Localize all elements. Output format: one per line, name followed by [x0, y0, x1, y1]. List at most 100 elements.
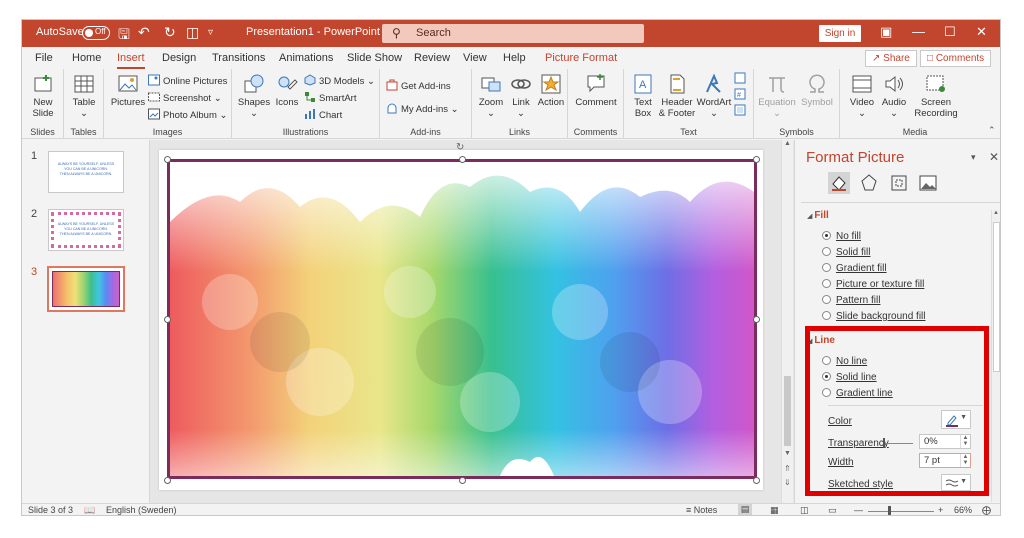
- slide-thumbnail-3[interactable]: [47, 266, 125, 312]
- line-option-no-line[interactable]: No line: [822, 356, 867, 367]
- customize-qat-icon[interactable]: ▿: [208, 27, 213, 38]
- present-icon[interactable]: ◫: [186, 24, 199, 41]
- video-button[interactable]: Video ⌄: [846, 73, 878, 119]
- smartart-button[interactable]: SmartArt: [304, 91, 356, 104]
- zoom-slider-thumb[interactable]: [888, 506, 891, 515]
- photo-album-button[interactable]: Photo Album ⌄: [148, 108, 227, 121]
- effects-icon[interactable]: [858, 172, 880, 194]
- pictures-button[interactable]: Pictures: [108, 73, 148, 108]
- share-button[interactable]: ↗ Share: [865, 50, 917, 67]
- slideshow-view-icon[interactable]: ▭: [828, 505, 837, 515]
- fill-option-slide-background[interactable]: Slide background fill: [822, 311, 926, 322]
- editor-vertical-scrollbar[interactable]: ▲ ▼ ⇑ ⇓: [781, 140, 793, 503]
- tab-insert[interactable]: Insert: [117, 52, 145, 69]
- equation-button[interactable]: Equation ⌄: [758, 73, 796, 119]
- pane-options-icon[interactable]: ▾: [971, 152, 976, 163]
- picture-icon[interactable]: [917, 172, 939, 194]
- slide-thumbnail-2[interactable]: ALWAYS BE YOURSELF, UNLESS YOU CAN BE A …: [48, 209, 124, 251]
- screenshot-button[interactable]: Screenshot ⌄: [148, 91, 222, 104]
- slide-canvas[interactable]: ↻: [159, 142, 763, 490]
- resize-handle-bottom-left[interactable]: [164, 477, 171, 484]
- accessibility-icon[interactable]: 📖: [84, 505, 95, 515]
- fill-option-pattern[interactable]: Pattern fill: [822, 295, 880, 306]
- fill-option-solid[interactable]: Solid fill: [822, 247, 870, 258]
- audio-button[interactable]: Audio ⌄: [878, 73, 910, 119]
- my-addins-button[interactable]: My Add-ins ⌄: [386, 102, 459, 115]
- fill-option-picture-texture[interactable]: Picture or texture fill: [822, 279, 924, 290]
- tab-review[interactable]: Review: [414, 52, 450, 64]
- tab-slide-show[interactable]: Slide Show: [347, 52, 402, 64]
- spinner-icon[interactable]: ▲ ▼: [960, 435, 970, 448]
- tab-transitions[interactable]: Transitions: [212, 52, 265, 64]
- comments-button[interactable]: □ Comments: [920, 50, 992, 67]
- scroll-thumb[interactable]: [784, 376, 791, 446]
- transparency-slider-thumb[interactable]: [883, 438, 885, 448]
- text-box-button[interactable]: A Text Box: [628, 73, 658, 119]
- rotate-handle-icon[interactable]: ↻: [456, 142, 464, 153]
- line-color-picker[interactable]: ▼: [941, 410, 971, 429]
- resize-handle-top[interactable]: [459, 156, 466, 163]
- action-button[interactable]: Action: [536, 73, 566, 108]
- redo-icon[interactable]: ↻: [164, 24, 176, 41]
- object-icon[interactable]: [734, 104, 749, 117]
- line-section-header[interactable]: ◢ Line: [807, 335, 835, 346]
- size-properties-icon[interactable]: [888, 172, 910, 194]
- table-button[interactable]: Table ⌄: [68, 73, 100, 119]
- autosave-toggle[interactable]: Off: [82, 26, 110, 40]
- transparency-input[interactable]: 0% ▲ ▼: [919, 434, 971, 449]
- tab-view[interactable]: View: [463, 52, 487, 64]
- pane-scrollbar[interactable]: ▲: [991, 210, 1000, 502]
- scroll-up-icon[interactable]: ▲: [784, 140, 791, 147]
- sign-in-button[interactable]: Sign in: [819, 25, 861, 42]
- resize-handle-bottom-right[interactable]: [753, 477, 760, 484]
- screen-recording-button[interactable]: Screen Recording: [912, 73, 960, 119]
- fit-to-window-icon[interactable]: ⨁: [982, 505, 991, 515]
- sketched-style-dropdown[interactable]: ▼: [941, 474, 971, 491]
- resize-handle-left[interactable]: [164, 316, 171, 323]
- search-box[interactable]: ⚲ Search: [382, 24, 644, 43]
- resize-handle-top-right[interactable]: [753, 156, 760, 163]
- transparency-slider-track[interactable]: [883, 443, 913, 444]
- undo-icon[interactable]: ↶: [138, 24, 150, 41]
- zoom-in-icon[interactable]: +: [938, 505, 943, 515]
- zoom-slider-track[interactable]: [868, 511, 934, 512]
- spinner-icon[interactable]: ▲ ▼: [960, 454, 970, 467]
- line-option-solid[interactable]: Solid line: [822, 372, 877, 383]
- tab-file[interactable]: File: [35, 52, 53, 64]
- icons-button[interactable]: Icons: [272, 73, 302, 108]
- chart-button[interactable]: Chart: [304, 108, 342, 121]
- comment-button[interactable]: Comment: [574, 73, 618, 108]
- resize-handle-right[interactable]: [753, 316, 760, 323]
- tab-picture-format[interactable]: Picture Format: [545, 52, 617, 64]
- symbol-button[interactable]: Symbol: [798, 73, 836, 108]
- header-footer-button[interactable]: Header & Footer: [658, 73, 696, 119]
- tab-animations[interactable]: Animations: [279, 52, 333, 64]
- width-input[interactable]: 7 pt ▲ ▼: [919, 453, 971, 468]
- new-slide-button[interactable]: New Slide: [28, 73, 58, 119]
- tab-help[interactable]: Help: [503, 52, 526, 64]
- ribbon-display-icon[interactable]: ▣: [880, 24, 892, 40]
- close-icon[interactable]: ✕: [976, 24, 987, 40]
- resize-handle-top-left[interactable]: [164, 156, 171, 163]
- slide-sorter-icon[interactable]: ▦: [770, 505, 779, 515]
- fill-option-gradient[interactable]: Gradient fill: [822, 263, 887, 274]
- language-indicator[interactable]: English (Sweden): [106, 505, 177, 515]
- slide-thumbnail-1[interactable]: ALWAYS BE YOURSELF, UNLESS YOU CAN BE A …: [48, 151, 124, 193]
- save-icon[interactable]: 🖫: [118, 24, 130, 48]
- tab-design[interactable]: Design: [162, 52, 196, 64]
- shapes-button[interactable]: Shapes ⌄: [236, 73, 272, 119]
- tab-home[interactable]: Home: [72, 52, 101, 64]
- link-button[interactable]: Link ⌄: [506, 73, 536, 119]
- wordart-button[interactable]: WordArt ⌄: [696, 73, 732, 119]
- resize-handle-bottom[interactable]: [459, 477, 466, 484]
- collapse-ribbon-icon[interactable]: ⌃: [988, 125, 996, 136]
- zoom-button[interactable]: Zoom ⌄: [476, 73, 506, 119]
- line-option-gradient[interactable]: Gradient line: [822, 388, 893, 399]
- maximize-icon[interactable]: ☐: [944, 24, 956, 40]
- pane-close-icon[interactable]: ✕: [989, 150, 999, 164]
- date-time-icon[interactable]: [734, 72, 749, 85]
- 3d-models-button[interactable]: 3D Models ⌄: [304, 74, 375, 87]
- fill-section-header[interactable]: ◢ Fill: [807, 210, 829, 221]
- minimize-icon[interactable]: —: [912, 24, 925, 39]
- pane-scroll-thumb[interactable]: [993, 222, 1000, 372]
